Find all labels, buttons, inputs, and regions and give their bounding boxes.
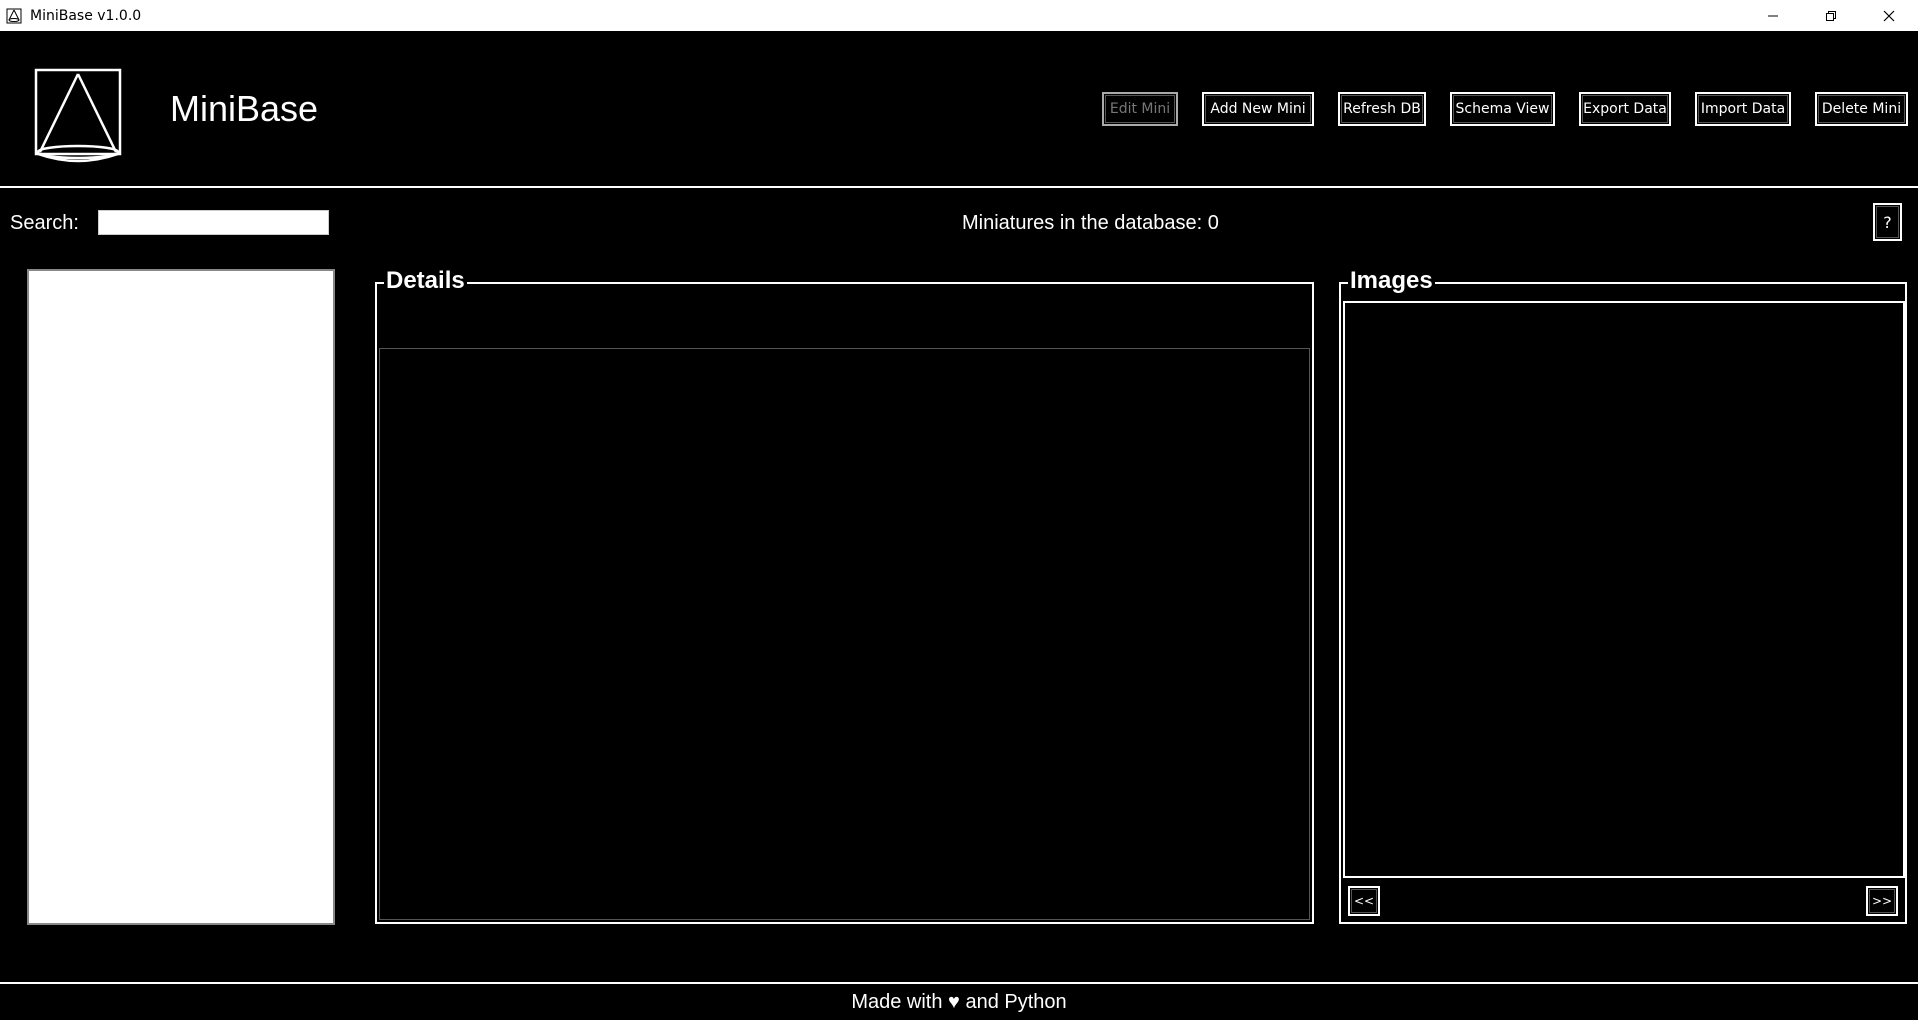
next-image-button[interactable]: >> xyxy=(1866,886,1898,916)
image-viewer[interactable] xyxy=(1343,301,1905,878)
footer-divider xyxy=(0,982,1918,984)
close-icon xyxy=(1883,10,1895,21)
add-new-mini-button[interactable]: Add New Mini xyxy=(1202,92,1314,126)
delete-mini-button[interactable]: Delete Mini xyxy=(1815,92,1908,126)
export-data-button[interactable]: Export Data xyxy=(1579,92,1671,126)
minimize-button[interactable] xyxy=(1744,0,1802,31)
schema-view-button[interactable]: Schema View xyxy=(1450,92,1555,126)
images-title: Images xyxy=(1348,267,1435,295)
window-controls xyxy=(1744,0,1918,31)
window-title: MiniBase v1.0.0 xyxy=(30,7,142,24)
footer-text: Made with ♥ and Python xyxy=(851,991,1067,1013)
minimize-icon xyxy=(1768,15,1778,16)
restore-icon xyxy=(1826,10,1836,21)
minibase-logo-icon xyxy=(34,68,122,163)
refresh-db-button[interactable]: Refresh DB xyxy=(1338,92,1426,126)
header-divider xyxy=(0,186,1918,188)
miniature-list[interactable] xyxy=(27,269,335,925)
details-panel: Details xyxy=(375,267,1314,924)
search-input[interactable] xyxy=(98,210,329,235)
app-name: MiniBase xyxy=(170,88,319,129)
help-button[interactable]: ? xyxy=(1873,203,1902,241)
restore-button[interactable] xyxy=(1802,0,1860,31)
miniature-count: Miniatures in the database: 0 xyxy=(962,212,1219,234)
close-button[interactable] xyxy=(1860,0,1918,31)
previous-image-button[interactable]: << xyxy=(1348,886,1380,916)
images-panel: Images << >> xyxy=(1339,267,1907,924)
details-content[interactable] xyxy=(379,348,1310,920)
search-label: Search: xyxy=(10,212,79,234)
app-logo-icon xyxy=(6,8,22,23)
import-data-button[interactable]: Import Data xyxy=(1695,92,1791,126)
edit-mini-button[interactable]: Edit Mini xyxy=(1102,92,1178,126)
details-title: Details xyxy=(384,267,467,295)
app-header: MiniBase Edit Mini Add New Mini Refresh … xyxy=(0,31,1918,187)
window-title-bar[interactable]: MiniBase v1.0.0 xyxy=(0,0,1918,31)
